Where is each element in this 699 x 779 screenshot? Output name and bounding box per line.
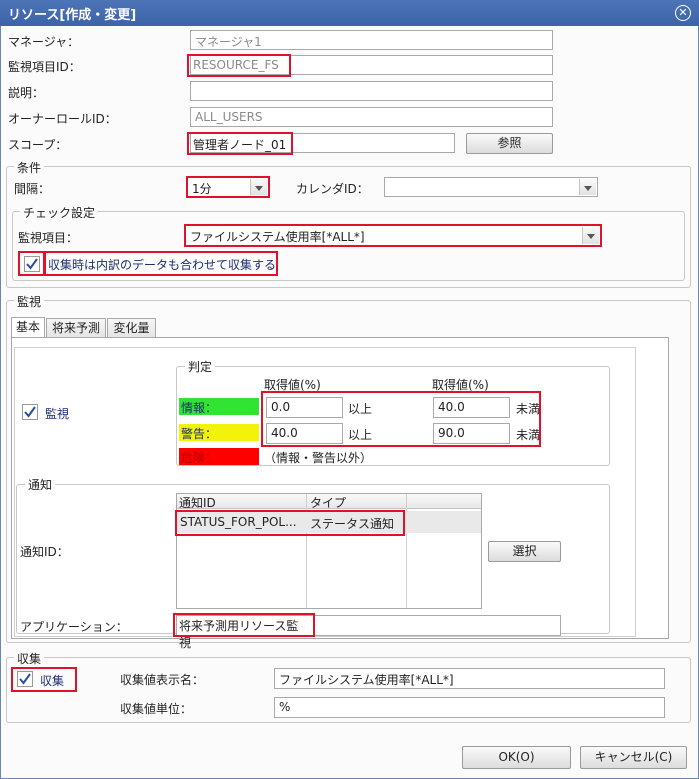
interval-select[interactable]: 1分 bbox=[186, 176, 270, 198]
collect-unit-field[interactable]: % bbox=[274, 697, 665, 718]
warning-label: 警告： bbox=[181, 427, 218, 441]
close-icon[interactable]: ✕ bbox=[675, 5, 691, 21]
collect-group-label: 収集 bbox=[14, 650, 45, 667]
description-label: 説明： bbox=[8, 86, 45, 100]
notify-row-id: STATUS_FOR_POL... bbox=[180, 515, 297, 529]
collect-breakdown-label: 収集時は内訳のデータも合わせて収集する bbox=[48, 258, 277, 272]
judgement-group-label: 判定 bbox=[185, 358, 216, 375]
interval-value: 1分 bbox=[192, 182, 212, 196]
monitor-checkbox-label: 監視 bbox=[45, 407, 70, 421]
critical-label: 危険： bbox=[181, 451, 218, 465]
conditions-group-label: 条件 bbox=[14, 159, 45, 176]
info-upper-input[interactable]: 40.0 bbox=[433, 397, 510, 418]
title-bar: リソース[作成・変更] bbox=[0, 0, 699, 26]
monitor-group-label: 監視 bbox=[14, 293, 45, 310]
manager-field[interactable]: マネージャ1 bbox=[190, 30, 553, 50]
chevron-down-icon[interactable] bbox=[250, 179, 267, 195]
owner-role-label: オーナーロールID： bbox=[8, 112, 117, 126]
description-field[interactable] bbox=[190, 81, 553, 101]
critical-note: （情報・警告以外） bbox=[264, 451, 373, 465]
notify-group-label: 通知 bbox=[25, 476, 56, 493]
info-label: 情報： bbox=[181, 401, 218, 415]
tab-change[interactable]: 変化量 bbox=[107, 318, 156, 338]
collect-unit-label: 収集値単位： bbox=[120, 702, 193, 716]
manager-label: マネージャ： bbox=[8, 35, 80, 49]
scope-browse-button[interactable]: 参照 bbox=[466, 133, 553, 154]
chevron-down-icon[interactable] bbox=[582, 227, 599, 244]
collect-breakdown-checkbox[interactable] bbox=[24, 256, 40, 272]
scope-value: 管理者ノード_01 bbox=[187, 132, 293, 155]
monitor-item-select[interactable]: ファイルシステム使用率[*ALL*] bbox=[184, 224, 602, 247]
monitor-id-label: 監視項目ID： bbox=[8, 60, 81, 74]
tab-forecast[interactable]: 将来予測 bbox=[46, 318, 106, 338]
info-lower-input[interactable]: 0.0 bbox=[266, 397, 343, 418]
warning-upper-input[interactable]: 90.0 bbox=[433, 423, 510, 444]
cancel-button[interactable]: キャンセル(C) bbox=[580, 746, 687, 769]
notify-col-id[interactable]: 通知ID bbox=[179, 494, 304, 511]
notify-select-button[interactable]: 選択 bbox=[488, 541, 561, 562]
scope-label: スコープ： bbox=[8, 138, 68, 152]
monitor-id-value: RESOURCE_FS bbox=[187, 54, 291, 77]
monitor-checkbox[interactable] bbox=[22, 404, 38, 420]
info-above-label: 以上 bbox=[348, 402, 373, 416]
monitor-item-value: ファイルシステム使用率[*ALL*] bbox=[190, 230, 365, 244]
collect-display-name-label: 収集値表示名： bbox=[120, 673, 205, 687]
notify-row-type: ステータス通知 bbox=[310, 517, 395, 531]
calendar-label: カレンダID： bbox=[296, 182, 369, 196]
calendar-select[interactable] bbox=[384, 177, 598, 197]
collect-display-name-field[interactable]: ファイルシステム使用率[*ALL*] bbox=[274, 668, 665, 689]
warning-lower-input[interactable]: 40.0 bbox=[266, 423, 343, 444]
warning-above-label: 以上 bbox=[348, 428, 373, 442]
check-settings-group-label: チェック設定 bbox=[20, 204, 99, 221]
owner-role-field[interactable]: ALL_USERS bbox=[190, 107, 553, 127]
notify-id-label: 通知ID： bbox=[20, 545, 69, 559]
notify-col-type[interactable]: タイプ bbox=[310, 494, 405, 511]
interval-label: 間隔： bbox=[14, 182, 51, 196]
monitor-item-label: 監視項目： bbox=[18, 231, 79, 245]
warning-below-label: 未満 bbox=[516, 428, 541, 442]
application-label: アプリケーション： bbox=[20, 620, 128, 634]
info-below-label: 未満 bbox=[516, 402, 541, 416]
window-title: リソース[作成・変更] bbox=[8, 8, 137, 23]
chevron-down-icon[interactable] bbox=[579, 179, 596, 195]
tab-basic[interactable]: 基本 bbox=[11, 317, 45, 338]
ok-button[interactable]: OK(O) bbox=[462, 746, 571, 769]
application-value: 将来予測用リソース監視 bbox=[173, 613, 315, 650]
collect-checkbox-label: 収集 bbox=[40, 674, 65, 688]
collect-checkbox[interactable] bbox=[17, 671, 33, 687]
